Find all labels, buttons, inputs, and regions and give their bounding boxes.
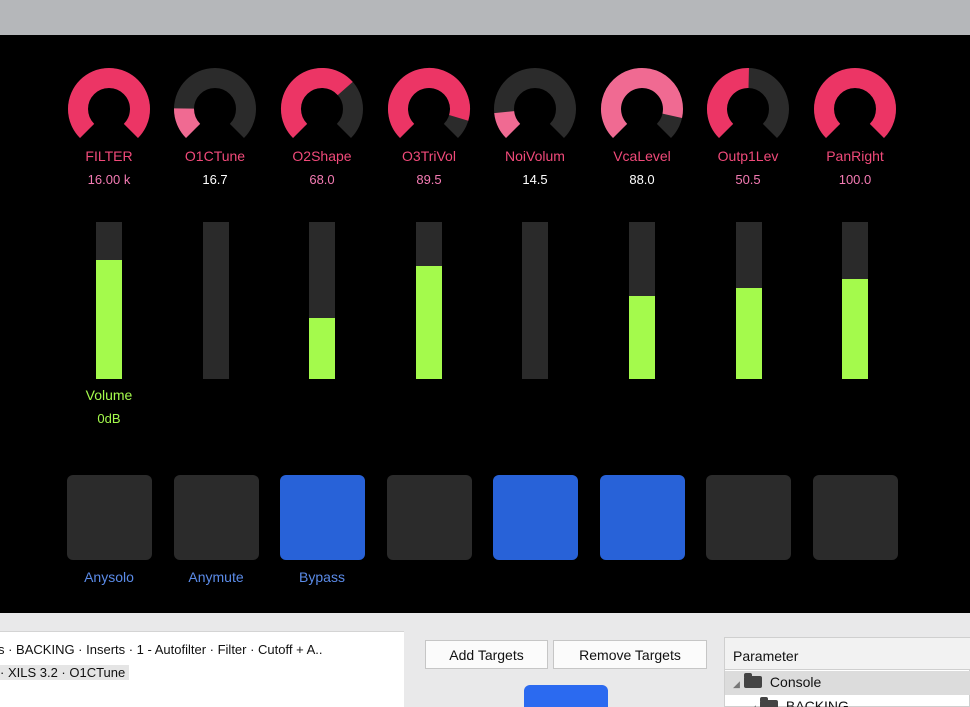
knob-arc (814, 68, 896, 138)
knob-outp1lev[interactable] (705, 66, 791, 152)
knob-panright[interactable] (812, 66, 898, 152)
knob-arc (281, 67, 353, 138)
fader-fill (629, 295, 655, 379)
pad-6[interactable] (600, 475, 685, 560)
knob-label: NoiVolum (505, 148, 565, 164)
knob-arc (494, 110, 521, 138)
list-item[interactable]: s · BACKING · Inserts · 1 - Autofilter ·… (0, 642, 323, 657)
pad-4[interactable] (387, 475, 472, 560)
knob-vcalevel[interactable] (599, 66, 685, 152)
blue-action-button[interactable] (524, 685, 608, 707)
parameter-header: Parameter (725, 638, 970, 670)
knob-label: FILTER (85, 148, 133, 164)
tree-item-backing[interactable]: ◢ BACKING (725, 695, 970, 707)
knob-noivolum[interactable] (492, 66, 578, 152)
knob-label: O2Shape (292, 148, 352, 164)
expand-triangle-icon[interactable]: ◢ (749, 703, 756, 707)
pad-label: Anysolo (84, 569, 134, 585)
knob-value: 100.0 (838, 172, 872, 187)
target-editor: s · BACKING · Inserts · 1 - Autofilter ·… (0, 613, 970, 707)
add-targets-button[interactable]: Add Targets (425, 640, 548, 669)
knob-value: 50.5 (735, 172, 761, 187)
knob-label: Outp1Lev (717, 148, 779, 164)
expand-triangle-icon[interactable]: ◢ (733, 679, 740, 690)
list-item[interactable]: · XILS 3.2 · O1CTune (0, 665, 130, 680)
pad-anymute[interactable] (174, 475, 259, 560)
pad-8[interactable] (813, 475, 898, 560)
knob-value: 16.00 k (87, 172, 131, 187)
fader-fill (842, 278, 868, 379)
tree-item-label: BACKING (785, 698, 849, 707)
targets-list: s · BACKING · Inserts · 1 - Autofilter ·… (0, 631, 404, 707)
fader-fill (736, 287, 762, 379)
volume-value: 0dB (97, 411, 121, 426)
top-bar (0, 0, 970, 35)
folder-icon (743, 673, 762, 688)
fader-6[interactable] (629, 222, 655, 379)
fader-4[interactable] (416, 222, 442, 379)
fader-fill (416, 265, 442, 379)
fader-3[interactable] (309, 222, 335, 379)
fader-fill (96, 259, 122, 379)
pad-7[interactable] (706, 475, 791, 560)
knob-filter[interactable] (66, 66, 152, 152)
knob-label: VcaLevel (613, 148, 671, 164)
knob-value: 14.5 (522, 172, 548, 187)
knob-o2shape[interactable] (279, 66, 365, 152)
control-panel: FILTER O1CTune O2Shape O3TriVol NoiVolum… (0, 35, 970, 613)
knob-value: 16.7 (202, 172, 228, 187)
remove-targets-button[interactable]: Remove Targets (553, 640, 707, 669)
knob-label: O3TriVol (402, 148, 456, 164)
knob-o3trivol[interactable] (386, 66, 472, 152)
fader-fill (309, 317, 335, 379)
pad-label: Anymute (188, 569, 244, 585)
tree-item-label: Console (769, 674, 822, 690)
knob-arc (68, 68, 150, 138)
pad-5[interactable] (493, 475, 578, 560)
volume-label: Volume (85, 387, 133, 403)
knob-arc (707, 68, 750, 138)
fader-5[interactable] (522, 222, 548, 379)
fader-7[interactable] (736, 222, 762, 379)
pad-bypass[interactable] (280, 475, 365, 560)
knob-label: O1CTune (184, 148, 246, 164)
fader-8[interactable] (842, 222, 868, 379)
fader-2[interactable] (203, 222, 229, 379)
parameter-panel: Parameter ◢ Console ◢ BACKING (724, 637, 970, 707)
tree-item-console[interactable]: ◢ Console (725, 671, 970, 695)
knob-value: 68.0 (309, 172, 335, 187)
knob-value: 89.5 (416, 172, 442, 187)
fader-1[interactable] (96, 222, 122, 379)
folder-icon (759, 697, 778, 707)
knob-o1ctune[interactable] (172, 66, 258, 152)
knob-arc (174, 108, 201, 138)
pad-label: Bypass (299, 569, 345, 585)
knob-value: 88.0 (629, 172, 655, 187)
pad-anysolo[interactable] (67, 475, 152, 560)
knob-label: PanRight (826, 148, 884, 164)
